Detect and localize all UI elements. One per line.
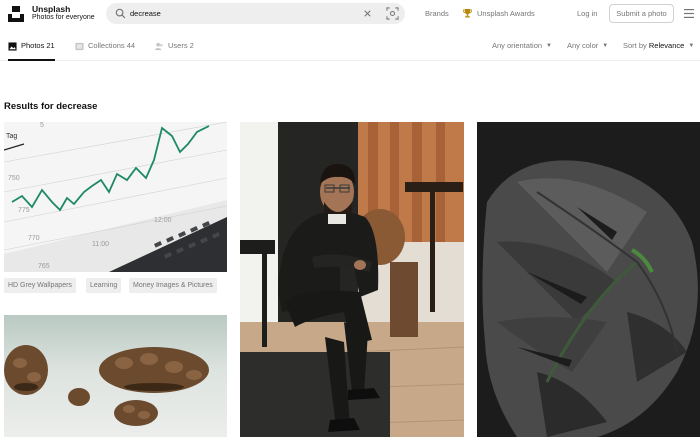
stock-chart-image: Tag 5 750 775 770 11:00 765 12:00 — [4, 122, 227, 272]
brand-name[interactable]: Unsplash — [32, 4, 70, 14]
orientation-filter-label: Any orientation — [492, 41, 543, 50]
nav-awards-link[interactable]: Unsplash Awards — [477, 9, 535, 18]
results-heading: Results for decrease — [4, 101, 98, 112]
nav-brands-link[interactable]: Brands — [425, 9, 449, 18]
visual-search-icon[interactable] — [386, 7, 399, 20]
chevron-down-icon: ▼ — [688, 43, 695, 49]
tab-users-label: Users — [168, 41, 188, 50]
collections-icon — [75, 42, 84, 50]
color-filter-label: Any color — [567, 41, 599, 50]
tab-users-count: 2 — [189, 41, 194, 50]
chart-label-5: 5 — [40, 122, 44, 129]
pine-cones-image — [4, 315, 227, 437]
top-navigation: Unsplash Photos for everyone Brands Unsp… — [0, 0, 700, 30]
tab-photos-count: 21 — [46, 41, 55, 50]
chart-label-tag: Tag — [6, 133, 17, 140]
submit-photo-button[interactable]: Submit a photo — [609, 4, 674, 23]
chart-label-770: 770 — [28, 235, 40, 242]
man-sitting-image — [240, 122, 464, 437]
sort-prefix: Sort by — [623, 41, 647, 50]
close-icon[interactable] — [362, 8, 373, 19]
chart-label-765: 765 — [38, 263, 50, 270]
chart-label-750: 750 — [8, 175, 20, 182]
orientation-filter[interactable]: Any orientation ▼ — [492, 41, 552, 50]
photo-monstera-leaf[interactable] — [477, 122, 700, 437]
tab-collections-label: Collections — [88, 41, 125, 50]
tag-chip[interactable]: Learning — [86, 278, 122, 293]
chart-label-1200: 12:00 — [154, 217, 172, 224]
tag-chip[interactable]: Money Images & Pictures — [129, 278, 217, 293]
tab-collections[interactable]: Collections 44 — [75, 30, 135, 61]
search-input[interactable] — [130, 5, 360, 22]
sort-filter[interactable]: Sort by Relevance ▼ — [623, 41, 694, 50]
chevron-down-icon: ▼ — [602, 43, 609, 49]
hamburger-menu-icon[interactable] — [684, 9, 694, 18]
tab-photos[interactable]: Photos 21 — [8, 30, 55, 61]
unsplash-logo-icon[interactable] — [7, 5, 25, 23]
brand-tagline: Photos for everyone — [32, 14, 95, 21]
color-filter[interactable]: Any color ▼ — [567, 41, 608, 50]
tag-chip[interactable]: HD Grey Wallpapers — [4, 278, 76, 293]
search-tabs-bar: Photos 21 Collections 44 Users 2 Any orient… — [0, 30, 700, 61]
photo-icon — [8, 41, 17, 51]
login-link[interactable]: Log in — [577, 9, 597, 18]
monstera-leaf-image — [477, 122, 700, 437]
tab-users[interactable]: Users 2 — [155, 30, 194, 61]
chart-label-775: 775 — [18, 207, 30, 214]
tab-photos-label: Photos — [21, 41, 45, 50]
trophy-icon — [463, 8, 472, 18]
tab-collections-count: 44 — [126, 41, 136, 50]
chevron-down-icon: ▼ — [546, 43, 552, 49]
search-icon[interactable] — [115, 8, 126, 19]
photo-stock-chart[interactable]: Tag 5 750 775 770 11:00 765 12:00 — [4, 122, 227, 272]
photo-man-sitting[interactable] — [240, 122, 464, 437]
users-icon — [155, 42, 163, 50]
chart-label-1100: 11:00 — [92, 241, 109, 248]
search-bar — [106, 3, 405, 24]
photo-pine-cones[interactable] — [4, 315, 227, 437]
sort-value: Relevance — [648, 41, 685, 50]
